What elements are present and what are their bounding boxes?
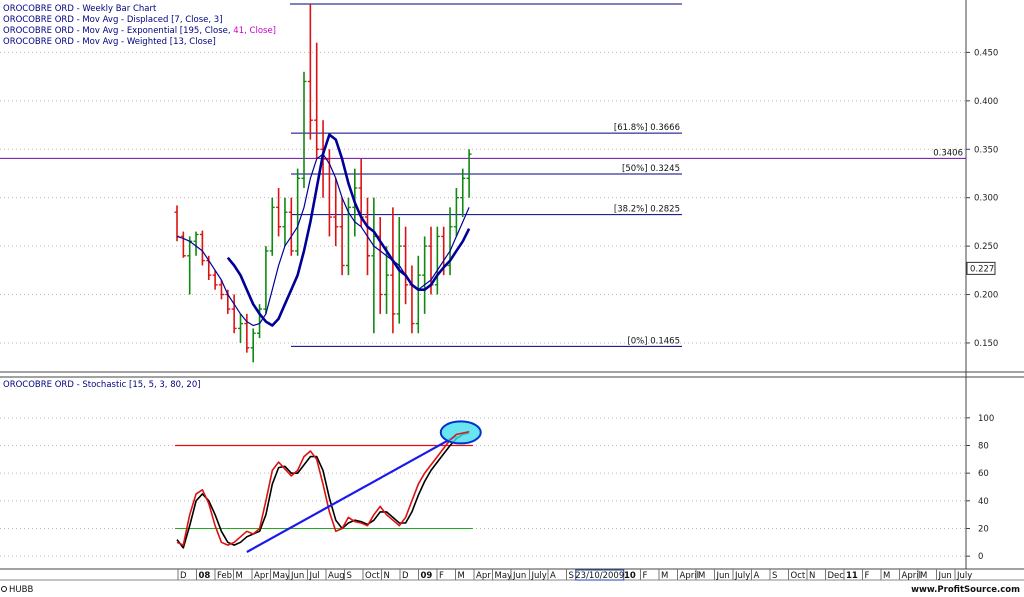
x-axis-label: M	[236, 571, 243, 581]
x-axis-label: M	[661, 571, 668, 581]
x-axis-label: D	[402, 571, 409, 581]
x-axis-label: S	[772, 571, 777, 581]
fib-level-label: [38.2%] 0.2825	[614, 205, 680, 215]
x-axis-label: 10	[624, 571, 636, 581]
stoch-y-tick-label: 80	[978, 442, 989, 452]
x-axis-label: 11	[846, 571, 858, 581]
price-y-tick-label: 0.300	[974, 194, 998, 204]
x-axis-label: Apr	[254, 571, 269, 581]
x-axis-label: M	[920, 571, 927, 581]
x-axis-label: 08	[199, 571, 211, 581]
x-axis-label: D	[180, 571, 187, 581]
x-axis-label: S	[569, 571, 574, 581]
x-axis-label: Jun	[716, 571, 730, 581]
x-axis-label: Oct	[365, 571, 380, 581]
price-y-tick-label: 0.200	[974, 291, 998, 301]
fib-level-label: [61.8%] 0.3666	[614, 123, 680, 133]
stochastic-lines	[175, 420, 482, 553]
x-axis-label: M	[698, 571, 705, 581]
x-axis-label: Jun	[938, 571, 952, 581]
price-y-tick-label: 0.150	[974, 339, 998, 349]
price-y-tick-label: 0.350	[974, 145, 998, 155]
x-axis-label: July	[734, 571, 750, 581]
x-axis-label: Apr	[476, 571, 491, 581]
x-axis-label: Jun	[512, 571, 526, 581]
x-axis-label: May	[273, 571, 291, 581]
current-price-label: 0.227	[970, 264, 994, 274]
legend-displaced-ma: OROCOBRE ORD - Mov Avg - Displaced [7, C…	[3, 15, 223, 25]
x-axis-label: M	[883, 571, 890, 581]
hline-label: 0.3406	[933, 148, 963, 158]
current-price-marker: 0.227	[966, 261, 996, 275]
chart-canvas: OROCOBRE ORD - Weekly Bar Chart OROCOBRE…	[0, 0, 1024, 595]
stoch-y-tick-label: 60	[978, 469, 989, 479]
x-axis-label: N	[809, 571, 815, 581]
stoch-trendline	[246, 434, 457, 553]
x-axis-label: F	[865, 571, 870, 581]
fib-level-label: [50%] 0.3245	[622, 164, 680, 174]
x-axis-label: F	[439, 571, 444, 581]
x-axis-label: July	[531, 571, 547, 581]
x-axis-label: N	[384, 571, 390, 581]
x-axis-label: Jul	[309, 571, 320, 581]
legend-weighted-ma: OROCOBRE ORD - Mov Avg - Weighted [13, C…	[3, 37, 216, 47]
x-axis-label: A	[550, 571, 556, 581]
stoch-y-tick-label: 0	[978, 552, 983, 562]
price-y-tick-label: 0.400	[974, 97, 998, 107]
x-axis-label: Aug	[328, 571, 345, 581]
price-y-axis: 0.150 0.200 0.250 0.300 0.350 0.400 0.450	[966, 48, 998, 349]
legend-stochastic: OROCOBRE ORD - Stochastic [15, 5, 3, 80,…	[3, 380, 201, 390]
legend-bar-chart: OROCOBRE ORD - Weekly Bar Chart	[3, 4, 157, 14]
stoch-y-tick-label: 100	[978, 414, 994, 424]
x-axis-label: S	[347, 571, 352, 581]
x-axis-label: Oct	[791, 571, 806, 581]
x-axis: D 08 Feb M Apr May Jun Jul Aug S Oct N D 09 F M Apr May Ju…	[177, 569, 972, 581]
highlight-ellipse	[439, 420, 482, 445]
stoch-y-tick-label: 40	[978, 497, 989, 507]
stoch-y-tick-label: 20	[978, 525, 989, 535]
price-y-tick-label: 0.450	[974, 48, 998, 58]
x-axis-label: July	[956, 571, 972, 581]
x-axis-label: F	[643, 571, 648, 581]
cursor-date-label: 23/10/2009	[575, 571, 624, 581]
stoch-y-axis: 0 20 40 60 80 100	[966, 414, 994, 562]
fib-level-label: [0%] 0.1465	[627, 336, 680, 346]
legend-exponential-ma: OROCOBRE ORD - Mov Avg - Exponential [19…	[3, 26, 276, 36]
x-axis-label: M	[458, 571, 465, 581]
x-axis-label: Jun	[290, 571, 304, 581]
x-axis-label: 09	[421, 571, 433, 581]
price-y-tick-label: 0.250	[974, 242, 998, 252]
x-axis-label: A	[754, 571, 760, 581]
watermark-label: www.ProfitSource.com	[911, 585, 1020, 595]
chart-frames	[0, 0, 1024, 581]
stoch-d-line	[176, 432, 470, 549]
x-axis-label: Dec	[828, 571, 845, 581]
copyright-icon	[1, 586, 7, 592]
x-axis-label: May	[495, 571, 513, 581]
x-axis-label: Feb	[217, 571, 232, 581]
stoch-gridlines	[0, 417, 966, 557]
brand-label: HUBB	[9, 585, 33, 595]
